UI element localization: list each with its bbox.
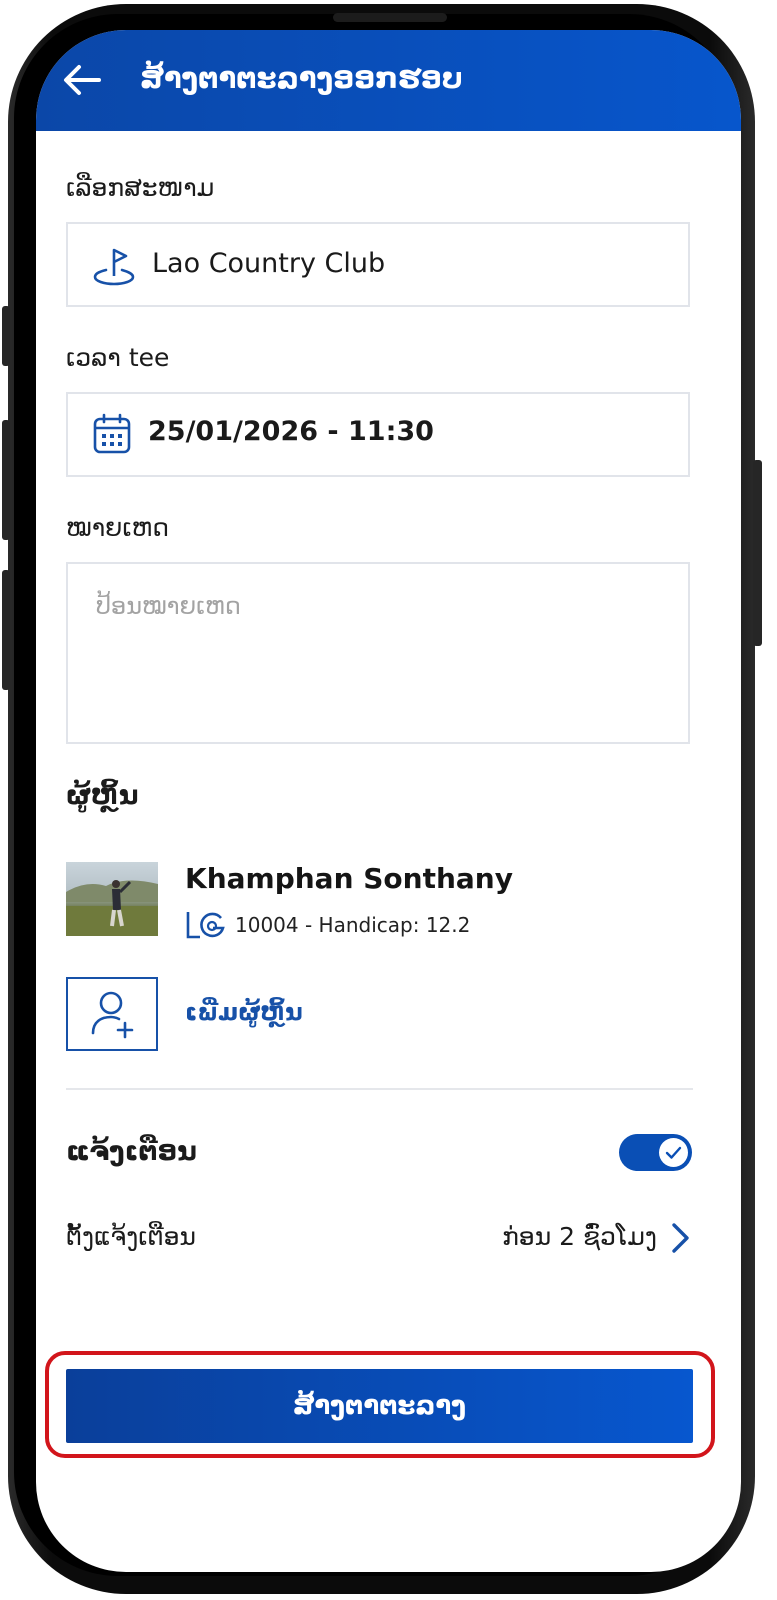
reminder-setting-label[interactable]: ຕັ້ງແຈ້ງເຕືອນ: [66, 1222, 196, 1251]
arrow-left-icon: [64, 65, 101, 95]
players-title: ຜູ້ຫຼິ້ນ: [66, 780, 139, 811]
notes-label: ໝາຍເຫດ: [66, 513, 169, 542]
lcg-logo-icon: [186, 912, 225, 939]
player-handicap: 10004 - Handicap: 12.2: [235, 913, 471, 937]
course-select[interactable]: Lao Country Club: [66, 222, 690, 307]
notes-placeholder: ປ້ອນໝາຍເຫດ: [96, 592, 241, 620]
notes-input[interactable]: ປ້ອນໝາຍເຫດ: [66, 562, 690, 744]
course-value: Lao Country Club: [152, 248, 386, 279]
app-screen: ສ້າງຕາຕະລາງອອກຮອບ ເລືອກສະໜາມ Lao Country…: [36, 30, 741, 1572]
phone-speaker: [333, 13, 447, 22]
back-button[interactable]: [61, 60, 103, 100]
reminder-setting-value[interactable]: ກ່ອນ 2 ຊົ່ວໂມງ: [502, 1222, 657, 1251]
tee-time-value: 25/01/2026 - 11:30: [148, 416, 434, 447]
phone-power-button: [753, 460, 762, 646]
golf-flag-icon: [93, 248, 135, 286]
tee-time-picker[interactable]: 25/01/2026 - 11:30: [66, 392, 690, 477]
player-avatar: [66, 862, 158, 936]
divider: [66, 1088, 693, 1090]
chevron-right-icon[interactable]: [669, 1221, 693, 1255]
tee-time-label: ເວລາ tee: [66, 343, 170, 372]
reminder-title: ແຈ້ງເຕືອນ: [66, 1136, 197, 1167]
create-schedule-button[interactable]: ສ້າງຕາຕະລາງ: [66, 1369, 693, 1443]
toggle-knob: [659, 1138, 688, 1167]
app-header: ສ້າງຕາຕະລາງອອກຮອບ: [36, 30, 741, 131]
add-user-icon: [91, 991, 134, 1039]
page-title: ສ້າງຕາຕະລາງອອກຮອບ: [140, 61, 463, 95]
phone-volume-down-button: [2, 570, 10, 690]
reminder-toggle[interactable]: [619, 1134, 692, 1171]
check-icon: [665, 1146, 682, 1159]
player-meta: 10004 - Handicap: 12.2: [185, 907, 470, 943]
phone-volume-up-button: [2, 420, 10, 540]
course-label: ເລືອກສະໜາມ: [66, 173, 215, 202]
player-name: Khamphan Sonthany: [185, 862, 513, 895]
add-player-button[interactable]: [66, 977, 158, 1051]
phone-side-button: [2, 306, 10, 366]
add-player-link[interactable]: ເພີ່ມຜູ້ຫຼິ້ນ: [185, 998, 303, 1026]
calendar-icon: [93, 413, 131, 454]
